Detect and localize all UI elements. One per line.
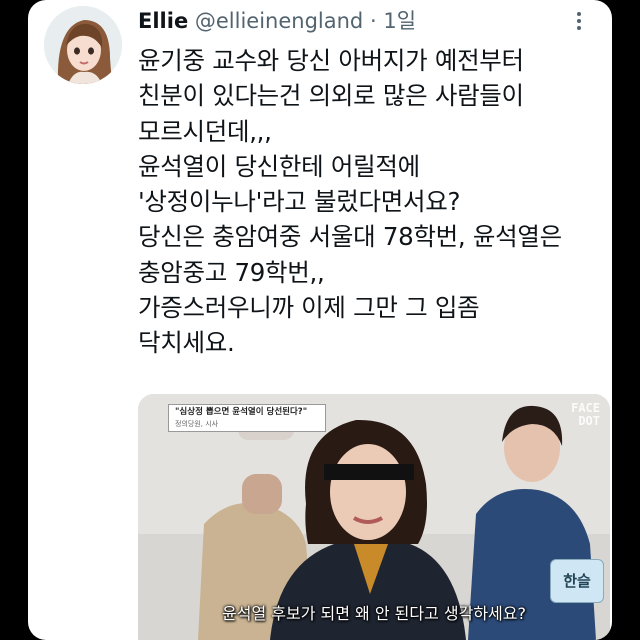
video-subtitle: 윤석열 후보가 되면 왜 안 된다고 생각하세요? — [222, 604, 526, 623]
tweet-card: Ellie @ellieinengland · 1일 윤기중 교수와 당신 아버… — [28, 0, 612, 640]
tweet-line: 충암중고 79학번,, — [138, 257, 325, 287]
tweet-line: 가증스러우니까 이제 그만 그 입좀 — [138, 293, 480, 323]
tweet-line: 닥치세요. — [138, 328, 235, 358]
name-tag: 한슬 — [550, 559, 604, 603]
separator-dot: · — [369, 9, 377, 33]
video-top-caption-title: "심상정 뽑으면 윤석열이 당선된다?" — [175, 407, 308, 417]
video-top-caption-sub: 정의당원, 시사 — [175, 420, 219, 428]
tweet-line: 당신은 충암여중 서울대 78학번, 윤석열은 — [138, 222, 562, 252]
tweet-line: 친분이 있다는건 의외로 많은 사람들이 — [138, 81, 524, 111]
tweet-text: 윤기중 교수와 당신 아버지가 예전부터 친분이 있다는건 의외로 많은 사람들… — [138, 43, 608, 361]
tweet-media-image[interactable]: "심상정 뽑으면 윤석열이 당선된다?" 정의당원, 시사 FACE DOT 한… — [138, 394, 610, 640]
watermark-line-2: DOT — [578, 414, 600, 428]
more-horizontal-icon[interactable] — [568, 10, 590, 32]
tweet-header: Ellie @ellieinengland · 1일 — [138, 6, 416, 36]
avatar[interactable] — [44, 6, 122, 84]
avatar-illustration — [44, 6, 122, 84]
display-name[interactable]: Ellie — [138, 9, 188, 33]
tweet-line: '상정이누나'라고 불렀다면서요? — [138, 187, 461, 217]
facedot-watermark: FACE DOT — [571, 402, 600, 428]
tweet-line: 윤기중 교수와 당신 아버지가 예전부터 — [138, 46, 524, 75]
timestamp[interactable]: 1일 — [383, 9, 416, 33]
video-top-caption: "심상정 뽑으면 윤석열이 당선된다?" 정의당원, 시사 — [168, 404, 326, 432]
tweet-line: 윤석열이 당신한테 어릴적에 — [138, 151, 420, 181]
user-handle[interactable]: @ellieinengland — [195, 9, 363, 33]
tweet-line: 모르시던데,,, — [138, 116, 272, 146]
